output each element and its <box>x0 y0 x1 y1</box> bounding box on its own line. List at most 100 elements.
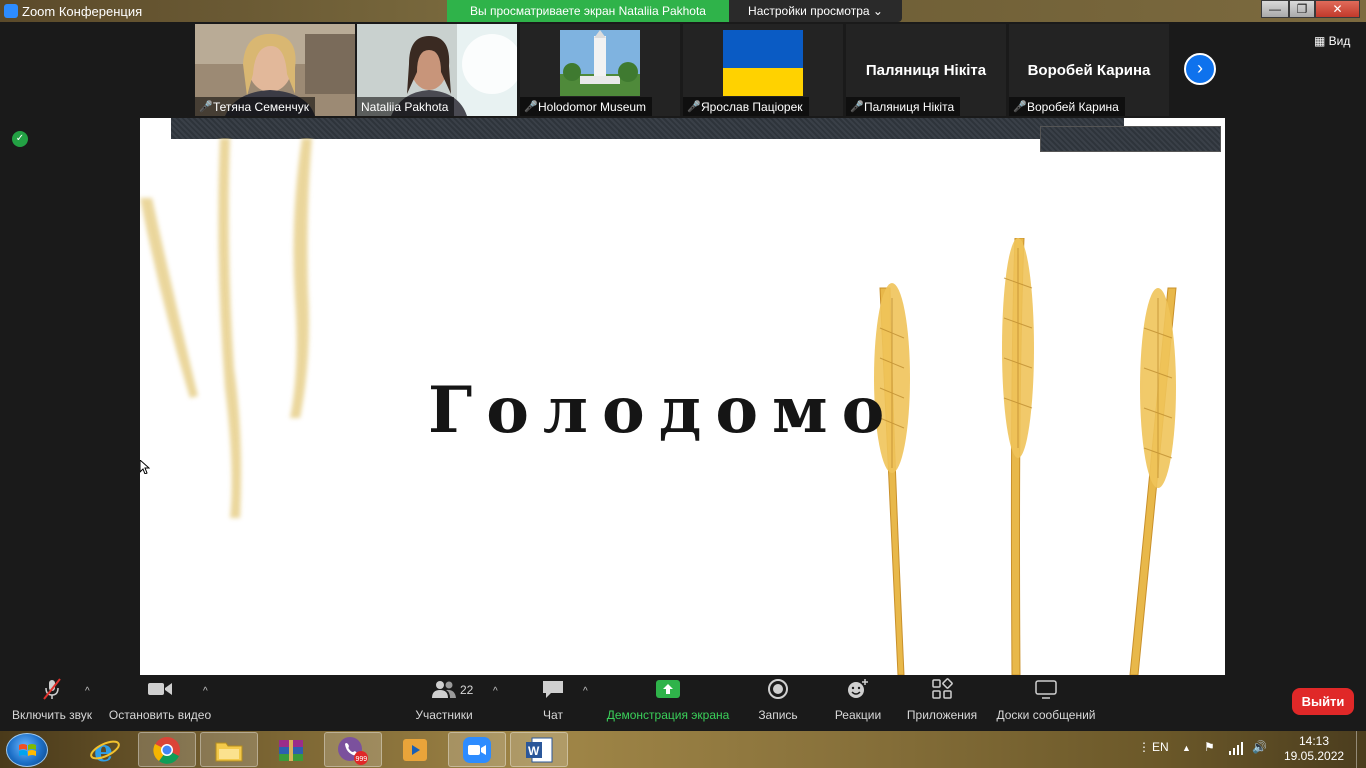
maximize-button[interactable]: ❐ <box>1289 0 1315 18</box>
clock-date: 19.05.2022 <box>1284 749 1345 763</box>
taskbar-file-explorer[interactable] <box>200 732 258 767</box>
whiteboard-icon <box>1033 678 1059 700</box>
muted-mic-icon: 🎤 <box>199 100 213 113</box>
grid-view-icon: ▦ <box>1314 34 1329 48</box>
windows-taskbar: e 999 W ⋮ EN ▲ ⚑ 🔊 14:13 19.05.2022 <box>0 731 1366 768</box>
share-status-banner: Вы просматриваете экран Nataliia Pakhota <box>447 0 729 22</box>
minimize-button[interactable]: — <box>1261 0 1289 18</box>
chevron-down-icon: ⌄ <box>872 4 883 18</box>
zoom-window: Zoom Конференция Вы просматриваете экран… <box>0 0 1366 768</box>
share-screen-label: Демонстрация экрана <box>606 708 730 722</box>
leave-meeting-button[interactable]: Выйти <box>1292 688 1354 715</box>
taskbar-zoom[interactable] <box>448 732 506 767</box>
stop-video-button[interactable]: Остановить видео <box>106 675 214 731</box>
muted-mic-icon <box>39 678 65 700</box>
folder-icon <box>215 742 243 761</box>
wheat-decoration-right <box>874 238 1177 675</box>
system-clock[interactable]: 14:13 19.05.2022 <box>1284 734 1344 764</box>
chrome-icon <box>153 736 180 764</box>
shared-screen-top-bar <box>171 118 1124 139</box>
taskbar-internet-explorer[interactable]: e <box>76 732 134 767</box>
participant-namebar: Nataliia Pakhota <box>357 97 455 116</box>
word-icon: W <box>526 737 553 762</box>
show-hidden-icons-icon[interactable]: ▲ <box>1182 743 1191 753</box>
share-screen-button[interactable]: Демонстрация экрана <box>604 675 732 731</box>
taskbar-viber[interactable]: 999 <box>324 732 382 767</box>
whiteboards-button[interactable]: Доски сообщений <box>994 675 1098 731</box>
shared-screen: Голодомо <box>140 118 1225 675</box>
chat-icon <box>540 678 566 700</box>
chevron-right-icon[interactable]: › <box>1184 53 1216 85</box>
chat-button[interactable]: Чат <box>533 675 573 731</box>
participant-name: Паляниця Нікіта <box>864 99 955 114</box>
share-screen-icon <box>655 678 681 700</box>
unmute-button[interactable]: Включить звук <box>8 675 96 731</box>
audio-options-caret-icon[interactable]: ^ <box>85 686 90 697</box>
participant-namebar: 🎤 Воробей Карина <box>1009 97 1125 116</box>
muted-mic-icon: 🎤 <box>687 100 701 113</box>
taskbar-winrar[interactable] <box>262 732 320 767</box>
participants-strip: 🎤 Тетяна Семенчук Nataliia Pakhota 🎤 Hol… <box>0 22 1366 118</box>
participant-display-name: Воробей Карина <box>1027 62 1151 79</box>
taskbar-word[interactable]: W <box>510 732 568 767</box>
holodomor-museum-avatar <box>560 30 640 96</box>
ukraine-flag-avatar <box>723 30 803 96</box>
svg-text:W: W <box>528 744 540 758</box>
encryption-shield-icon[interactable]: ✓ <box>12 131 28 147</box>
view-label: Вид <box>1328 34 1351 48</box>
unmute-label: Включить звук <box>11 708 93 722</box>
apps-icon <box>929 678 955 700</box>
participant-name: Holodomor Museum <box>538 99 647 114</box>
shared-screen-top-right-bar <box>1040 126 1221 152</box>
chat-options-caret-icon[interactable]: ^ <box>583 686 588 697</box>
viber-badge: 999 <box>356 756 368 763</box>
participant-namebar: 🎤 Паляниця Нікіта <box>846 97 961 116</box>
stop-video-label: Остановить видео <box>108 708 212 722</box>
participant-tile[interactable]: 🎤 Тетяна Семенчук <box>195 24 355 116</box>
network-signal-icon[interactable] <box>1228 741 1244 755</box>
participant-display-name: Паляниця Нікіта <box>865 62 987 79</box>
action-center-flag-icon[interactable]: ⚑ <box>1204 740 1215 754</box>
chat-label: Чат <box>543 708 563 722</box>
participant-name: Воробей Карина <box>1027 99 1119 114</box>
participant-name: Ярослав Паціорек <box>701 99 803 114</box>
participant-tile[interactable]: Паляниця Нікіта 🎤 Паляниця Нікіта <box>846 24 1006 116</box>
participant-tile[interactable]: 🎤 Holodomor Museum <box>520 24 680 116</box>
start-button[interactable] <box>6 733 48 767</box>
zoom-icon <box>463 736 491 763</box>
record-button[interactable]: Запись <box>752 675 804 731</box>
video-camera-icon <box>147 678 173 700</box>
tray-grip-icon: ⋮ <box>1138 740 1150 754</box>
participant-name: Тетяна Семенчук <box>213 99 309 114</box>
record-icon <box>765 678 791 700</box>
apps-label: Приложения <box>906 708 978 722</box>
svg-text:e: e <box>94 735 113 765</box>
participant-name: Nataliia Pakhota <box>361 99 449 114</box>
participants-icon <box>431 678 457 700</box>
viber-icon: 999 <box>338 736 368 765</box>
reactions-button[interactable]: Реакции <box>830 675 886 731</box>
view-settings-menu[interactable]: Настройки просмотра ⌄ <box>729 0 902 22</box>
participant-namebar: 🎤 Тетяна Семенчук <box>195 97 315 116</box>
reactions-label: Реакции <box>834 708 882 722</box>
show-desktop-button[interactable] <box>1356 731 1366 768</box>
internet-explorer-icon: e <box>90 735 120 765</box>
participants-count: 22 <box>460 683 474 697</box>
participant-namebar: 🎤 Ярослав Паціорек <box>683 97 809 116</box>
taskbar-chrome[interactable] <box>138 732 196 767</box>
winrar-icon <box>279 739 303 761</box>
video-options-caret-icon[interactable]: ^ <box>203 686 208 697</box>
participants-options-caret-icon[interactable]: ^ <box>493 686 498 697</box>
apps-button[interactable]: Приложения <box>904 675 980 731</box>
taskbar-media-player[interactable] <box>386 732 444 767</box>
muted-mic-icon: 🎤 <box>1013 100 1027 113</box>
language-indicator[interactable]: EN <box>1152 740 1169 754</box>
clock-time: 14:13 <box>1298 734 1330 748</box>
participant-tile[interactable]: 🎤 Ярослав Паціорек <box>683 24 843 116</box>
volume-icon[interactable]: 🔊 <box>1252 740 1267 754</box>
view-button[interactable]: ▦ Вид <box>1314 34 1350 48</box>
participant-tile-active-speaker[interactable]: Nataliia Pakhota <box>357 24 517 116</box>
participant-tile[interactable]: Воробей Карина 🎤 Воробей Карина <box>1009 24 1169 116</box>
close-button[interactable]: ✕ <box>1315 0 1360 18</box>
whiteboards-label: Доски сообщений <box>996 708 1096 722</box>
